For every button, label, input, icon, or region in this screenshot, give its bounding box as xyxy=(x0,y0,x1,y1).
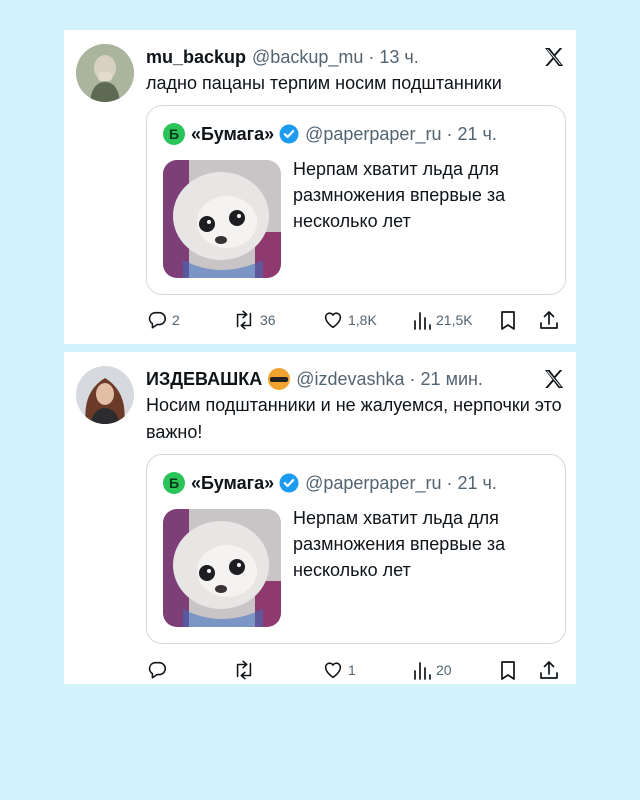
views-icon xyxy=(412,309,432,331)
quoted-tweet-header: Б «Бумага» @paperpaper_ru · 21 ч. xyxy=(163,122,555,146)
quoted-author-name[interactable]: «Бумага» xyxy=(191,473,274,494)
avatar[interactable] xyxy=(76,366,134,424)
like-count: 1 xyxy=(348,662,356,678)
reply-count: 2 xyxy=(172,312,180,328)
heart-icon xyxy=(322,659,344,681)
tweet-card[interactable]: mu_backup @backup_mu · 13 ч. ладно пацан… xyxy=(64,30,576,344)
quoted-author-handle-time[interactable]: @paperpaper_ru · 21 ч. xyxy=(305,473,497,494)
tweet-text: Носим подштанники и не жалуемся, нерпочк… xyxy=(146,395,562,442)
tweet-actions: 2 36 1,8K 21,5K xyxy=(146,308,566,332)
tweet-card[interactable]: ИЗДЕВАШКА @izdevashka · 21 мин. Носим по… xyxy=(64,352,576,684)
repost-button[interactable] xyxy=(232,658,260,682)
views-button[interactable]: 20 xyxy=(412,658,452,682)
bookmark-icon xyxy=(498,309,518,331)
author-handle-time[interactable]: @izdevashka · 21 мин. xyxy=(296,369,483,390)
quoted-author-avatar[interactable]: Б xyxy=(163,123,185,145)
quoted-tweet[interactable]: Б «Бумага» @paperpaper_ru · 21 ч. Нерпам… xyxy=(146,105,566,295)
views-icon xyxy=(412,659,432,681)
quoted-author-avatar[interactable]: Б xyxy=(163,472,185,494)
reply-icon xyxy=(146,659,168,681)
share-icon xyxy=(538,309,560,331)
quoted-tweet-image[interactable] xyxy=(163,160,281,278)
quoted-tweet-header: Б «Бумага» @paperpaper_ru · 21 ч. xyxy=(163,471,555,495)
views-count: 21,5K xyxy=(436,312,473,328)
like-button[interactable]: 1,8K xyxy=(322,308,377,332)
bookmark-button[interactable] xyxy=(498,308,518,332)
verified-badge-icon xyxy=(279,473,299,493)
tweet-header: ИЗДЕВАШКА @izdevashka · 21 мин. xyxy=(146,367,568,391)
share-icon xyxy=(538,659,560,681)
views-count: 20 xyxy=(436,662,452,678)
bookmark-icon xyxy=(498,659,518,681)
share-button[interactable] xyxy=(538,308,560,332)
repost-icon xyxy=(232,659,256,681)
heart-icon xyxy=(322,309,344,331)
quoted-author-handle-time[interactable]: @paperpaper_ru · 21 ч. xyxy=(305,124,497,145)
verified-badge-icon xyxy=(279,124,299,144)
avatar[interactable] xyxy=(76,44,134,102)
repost-button[interactable]: 36 xyxy=(232,308,276,332)
author-name[interactable]: ИЗДЕВАШКА xyxy=(146,369,262,390)
tweet-header: mu_backup @backup_mu · 13 ч. xyxy=(146,45,568,69)
reply-icon xyxy=(146,309,168,331)
like-count: 1,8K xyxy=(348,312,377,328)
views-button[interactable]: 21,5K xyxy=(412,308,473,332)
author-name[interactable]: mu_backup xyxy=(146,47,246,68)
tweet-actions: 1 20 xyxy=(146,658,566,682)
reply-button[interactable] xyxy=(146,658,172,682)
share-button[interactable] xyxy=(538,658,560,682)
repost-icon xyxy=(232,309,256,331)
angry-censored-face-emoji xyxy=(268,368,291,390)
repost-count: 36 xyxy=(260,312,276,328)
reply-button[interactable]: 2 xyxy=(146,308,180,332)
tweet-text: ладно пацаны терпим носим подштанники xyxy=(146,73,502,93)
quoted-tweet-image[interactable] xyxy=(163,509,281,627)
like-button[interactable]: 1 xyxy=(322,658,356,682)
quoted-tweet[interactable]: Б «Бумага» @paperpaper_ru · 21 ч. Нерпам… xyxy=(146,454,566,644)
quoted-tweet-text: Нерпам хватит льда для размножения вперв… xyxy=(293,159,506,231)
quoted-tweet-text: Нерпам хватит льда для размножения вперв… xyxy=(293,508,506,580)
author-handle-time[interactable]: @backup_mu · 13 ч. xyxy=(252,47,419,68)
quoted-author-name[interactable]: «Бумага» xyxy=(191,124,274,145)
bookmark-button[interactable] xyxy=(498,658,518,682)
